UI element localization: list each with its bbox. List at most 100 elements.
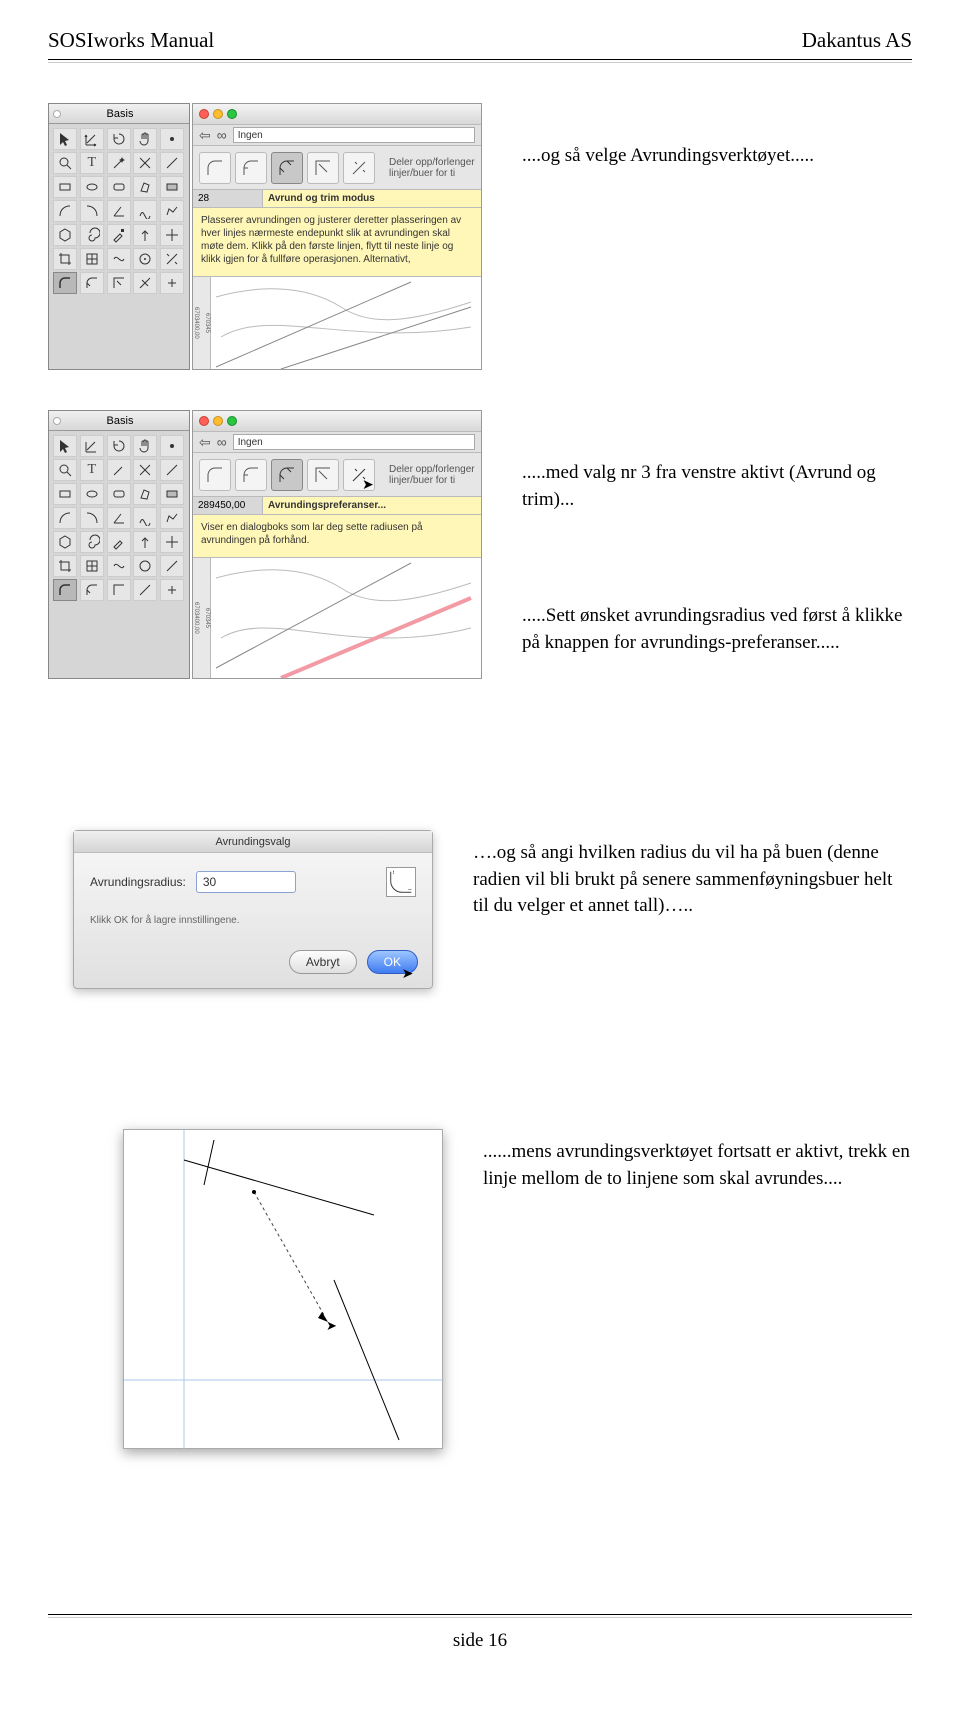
tool-rounding[interactable]: [53, 272, 77, 294]
tool[interactable]: [80, 531, 104, 553]
tool-zoom[interactable]: [53, 152, 77, 174]
tool[interactable]: [160, 507, 184, 529]
tool-axes[interactable]: [80, 128, 104, 150]
nav-link-icon[interactable]: ∞: [217, 127, 227, 143]
tool[interactable]: [133, 483, 157, 505]
tool-arc1[interactable]: [53, 200, 77, 222]
mode-2b[interactable]: [235, 459, 267, 491]
tool-hand[interactable]: [133, 128, 157, 150]
tool[interactable]: [80, 483, 104, 505]
tool[interactable]: [160, 483, 184, 505]
tool[interactable]: [160, 435, 184, 457]
tool[interactable]: [53, 483, 77, 505]
tool-picker[interactable]: [107, 224, 131, 246]
close-icon[interactable]: [199, 109, 209, 119]
tool-crop[interactable]: [53, 248, 77, 270]
zoom-icon-2[interactable]: [227, 416, 237, 426]
tool-arrow-up[interactable]: [133, 224, 157, 246]
layer-dropdown[interactable]: Ingen: [233, 127, 475, 143]
tool[interactable]: [160, 531, 184, 553]
tool-misc2[interactable]: [133, 248, 157, 270]
nav-link-icon-2[interactable]: ∞: [217, 434, 227, 450]
palette-close-icon-2[interactable]: [53, 417, 61, 425]
tool-rect[interactable]: [53, 176, 77, 198]
tool-dot[interactable]: [160, 128, 184, 150]
tool-r4[interactable]: [133, 272, 157, 294]
tool-text[interactable]: T: [80, 152, 104, 174]
tool-r3[interactable]: [107, 272, 131, 294]
zoom-icon[interactable]: [227, 109, 237, 119]
mode-3-avrund-trim[interactable]: [271, 152, 303, 184]
tool-curve[interactable]: [133, 200, 157, 222]
tool-rectfill[interactable]: [160, 176, 184, 198]
tool-grid[interactable]: [80, 248, 104, 270]
tool-angle[interactable]: [107, 200, 131, 222]
tool[interactable]: [160, 555, 184, 577]
tool-spiral[interactable]: [80, 224, 104, 246]
tool[interactable]: [53, 555, 77, 577]
tool[interactable]: [80, 507, 104, 529]
tool[interactable]: T: [80, 459, 104, 481]
tool-pointer[interactable]: [53, 128, 77, 150]
tool[interactable]: [133, 507, 157, 529]
mode-2[interactable]: [235, 152, 267, 184]
drawing-canvas[interactable]: 670345 6703400,00: [193, 277, 481, 369]
nav-back-icon-2[interactable]: ⇦: [199, 434, 211, 451]
drawing-canvas-2[interactable]: 670345 6703400,00: [193, 558, 481, 678]
ok-button[interactable]: OK ➤: [367, 950, 418, 974]
tool[interactable]: [107, 435, 131, 457]
tool[interactable]: [80, 579, 104, 601]
minimize-icon[interactable]: [213, 109, 223, 119]
mode-3b[interactable]: [271, 459, 303, 491]
mode-5-prefs[interactable]: [343, 152, 375, 184]
tool[interactable]: [107, 555, 131, 577]
mode-4b[interactable]: [307, 459, 339, 491]
tool[interactable]: [160, 579, 184, 601]
cancel-button[interactable]: Avbryt: [289, 950, 357, 974]
tool[interactable]: [160, 459, 184, 481]
tool[interactable]: [133, 435, 157, 457]
tool[interactable]: [107, 579, 131, 601]
tool-arrows[interactable]: [160, 224, 184, 246]
layer-dropdown-2[interactable]: Ingen: [233, 434, 475, 450]
tool-ellipse[interactable]: [80, 176, 104, 198]
tool-roundrect[interactable]: [107, 176, 131, 198]
nav-back-icon[interactable]: ⇦: [199, 127, 211, 144]
close-icon-2[interactable]: [199, 416, 209, 426]
tool[interactable]: [107, 531, 131, 553]
tool[interactable]: [80, 435, 104, 457]
sketch-canvas[interactable]: ➤: [123, 1129, 443, 1449]
tool-x[interactable]: [133, 152, 157, 174]
tool[interactable]: [107, 459, 131, 481]
tool[interactable]: [80, 555, 104, 577]
tool-hex[interactable]: [53, 224, 77, 246]
tool[interactable]: [133, 459, 157, 481]
tool-wand[interactable]: [107, 152, 131, 174]
tool-arc2[interactable]: [80, 200, 104, 222]
tool[interactable]: [133, 531, 157, 553]
tool[interactable]: [53, 459, 77, 481]
radius-input[interactable]: [196, 871, 296, 893]
tool-quad[interactable]: [133, 176, 157, 198]
tool-plus[interactable]: [160, 272, 184, 294]
tool[interactable]: [53, 507, 77, 529]
mode-1[interactable]: [199, 152, 231, 184]
tool-rounding-2[interactable]: [53, 579, 77, 601]
tool[interactable]: [133, 555, 157, 577]
tool-poly[interactable]: [160, 200, 184, 222]
tool[interactable]: [53, 435, 77, 457]
tool-rotate[interactable]: [107, 128, 131, 150]
tool-line[interactable]: [160, 152, 184, 174]
mode-4[interactable]: [307, 152, 339, 184]
tool-r2[interactable]: [80, 272, 104, 294]
minimize-icon-2[interactable]: [213, 416, 223, 426]
tool[interactable]: [107, 483, 131, 505]
tool[interactable]: [53, 531, 77, 553]
tool[interactable]: [107, 507, 131, 529]
tool-misc1[interactable]: [107, 248, 131, 270]
mode-5b-prefs[interactable]: ➤: [343, 459, 375, 491]
tool-slide[interactable]: [160, 248, 184, 270]
palette-close-icon[interactable]: [53, 110, 61, 118]
mode-1b[interactable]: [199, 459, 231, 491]
tool[interactable]: [133, 579, 157, 601]
